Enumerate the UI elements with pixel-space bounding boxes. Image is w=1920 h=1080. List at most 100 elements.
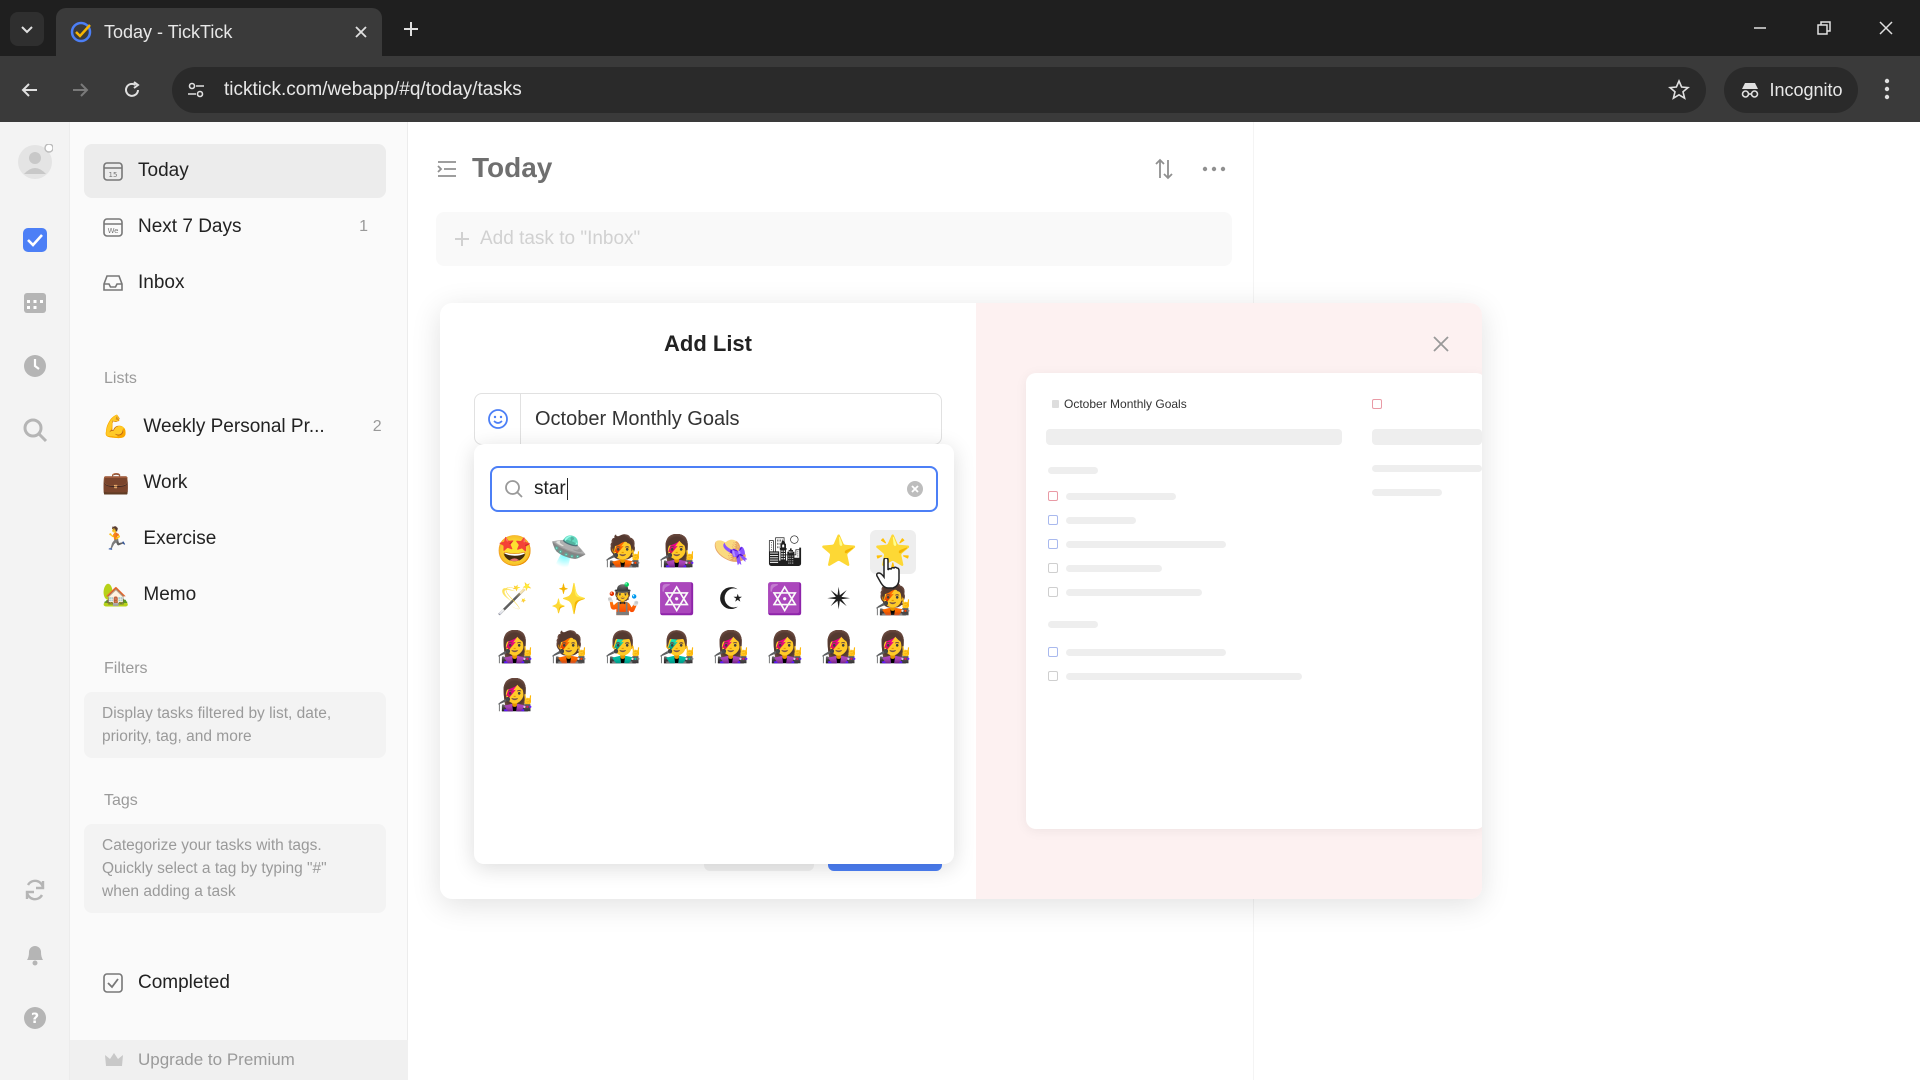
emoji-result-23[interactable]: 👩‍🎤: [816, 626, 862, 670]
sidebar-item-label: Inbox: [138, 272, 185, 293]
close-tab-icon[interactable]: [354, 25, 368, 39]
sidebar-item-inbox[interactable]: Inbox: [84, 256, 386, 310]
omnibox[interactable]: ticktick.com/webapp/#q/today/tasks: [172, 67, 1706, 113]
browser-menu-button[interactable]: [1872, 74, 1902, 104]
emoji-result-17[interactable]: 👩‍🎤: [492, 626, 538, 670]
site-settings-icon[interactable]: [186, 80, 206, 100]
upgrade-label: Upgrade to Premium: [138, 1050, 295, 1069]
minimize-icon: [1754, 27, 1766, 29]
back-button[interactable]: [12, 72, 48, 108]
emoji-search-input[interactable]: star: [490, 466, 938, 512]
emoji-result-20[interactable]: 👨‍🎤: [654, 626, 700, 670]
more-vertical-icon: [1884, 78, 1890, 100]
arrow-right-icon: [73, 83, 89, 97]
list-name-field[interactable]: October Monthly Goals: [474, 393, 942, 445]
close-dialog-button[interactable]: [1424, 327, 1458, 361]
upgrade-premium-button[interactable]: Upgrade to Premium: [70, 1040, 408, 1080]
sync-icon: [25, 879, 45, 901]
hand-cursor-icon: [876, 558, 900, 589]
sidebar-item-work[interactable]: 💼 Work: [84, 456, 386, 510]
preview-placeholder-line: [1066, 673, 1302, 680]
rail-help[interactable]: ?: [17, 1000, 53, 1036]
bell-icon: [27, 946, 43, 966]
emoji-result-11[interactable]: 🤹: [600, 578, 646, 622]
ticktick-logo-icon: [70, 21, 92, 43]
emoji-result-14[interactable]: 🔯: [762, 578, 808, 622]
plus-icon: [404, 22, 418, 36]
sidebar-item-next-7-days[interactable]: We Next 7 Days 1: [84, 200, 386, 254]
svg-text:?: ?: [31, 1011, 39, 1027]
filters-hint: Display tasks filtered by list, date, pr…: [84, 692, 386, 758]
emoji-result-12[interactable]: 🔯: [654, 578, 700, 622]
restore-button[interactable]: [1800, 10, 1848, 46]
emoji-picker-button[interactable]: [475, 394, 521, 444]
preview-placeholder-line: [1048, 467, 1098, 474]
emoji-result-3[interactable]: 🧑‍🎤: [600, 530, 646, 574]
emoji-result-22[interactable]: 👩‍🎤: [762, 626, 808, 670]
sidebar-item-exercise[interactable]: 🏃 Exercise: [84, 512, 386, 566]
emoji-picker: star 🤩 🛸 🧑‍🎤 👩‍🎤 👒 🏙 ⭐ 🌟 🪄 ✨ 🤹 🔯 ☪ 🔯 ✴ 🧑‍🎤 👩‍🎤 🧑‍🎤 👨‍🎤 👨‍🎤 👩…: [474, 444, 954, 864]
flexed-biceps-icon: 💪: [102, 414, 130, 440]
incognito-indicator[interactable]: Incognito: [1724, 67, 1858, 113]
emoji-result-24[interactable]: 👩‍🎤: [870, 626, 916, 670]
emoji-result-5[interactable]: 👒: [708, 530, 754, 574]
reload-button[interactable]: [114, 72, 150, 108]
emoji-result-25[interactable]: 👩‍🎤: [492, 674, 538, 718]
url-text[interactable]: ticktick.com/webapp/#q/today/tasks: [224, 79, 1668, 101]
rail-sync[interactable]: [17, 872, 53, 908]
rail-search[interactable]: [17, 412, 53, 448]
emoji-result-1[interactable]: 🤩: [492, 530, 538, 574]
sidebar-item-count: 1: [359, 218, 368, 235]
browser-tab-bar: Today - TickTick: [0, 0, 1920, 56]
rail-tasks[interactable]: [17, 222, 53, 258]
emoji-result-15[interactable]: ✴: [816, 578, 862, 622]
emoji-result-2[interactable]: 🛸: [546, 530, 592, 574]
house-icon: 🏡: [102, 582, 130, 608]
emoji-result-9[interactable]: 🪄: [492, 578, 538, 622]
smiley-icon: [487, 409, 508, 429]
chevron-down-icon: [21, 26, 33, 34]
sidebar-item-label: Exercise: [143, 528, 217, 549]
sidebar-item-completed[interactable]: Completed: [84, 956, 386, 1010]
emoji-result-21[interactable]: 👩‍🎤: [708, 626, 754, 670]
forward-button[interactable]: [62, 72, 98, 108]
avatar[interactable]: [17, 144, 53, 180]
incognito-icon: [1742, 83, 1759, 98]
rail-notifications[interactable]: [17, 936, 53, 972]
incognito-label: Incognito: [1769, 79, 1843, 100]
sidebar-item-label: Work: [143, 472, 188, 493]
sidebar-item-label: Weekly Personal Pr...: [143, 416, 325, 437]
calendar-icon: [24, 293, 46, 313]
running-person-icon: 🏃: [102, 526, 130, 552]
emoji-search-value: star: [534, 477, 896, 500]
tab-search-button[interactable]: [10, 12, 44, 46]
preview-placeholder-line: [1066, 589, 1202, 596]
emoji-result-6[interactable]: 🏙: [762, 530, 808, 574]
close-window-button[interactable]: [1862, 10, 1910, 46]
sidebar-item-weekly-personal[interactable]: 💪 Weekly Personal Pr... 2: [84, 400, 386, 454]
clear-search-icon[interactable]: [906, 480, 924, 498]
sidebar-item-today[interactable]: 15 Today: [84, 144, 386, 198]
emoji-result-13[interactable]: ☪: [708, 578, 754, 622]
user-avatar-icon: [18, 144, 53, 179]
emoji-result-18[interactable]: 🧑‍🎤: [546, 626, 592, 670]
emoji-result-7[interactable]: ⭐: [816, 530, 862, 574]
preview-title: October Monthly Goals: [1052, 397, 1187, 411]
sidebar-item-memo[interactable]: 🏡 Memo: [84, 568, 386, 622]
rail-calendar[interactable]: [17, 284, 53, 320]
bookmark-star-icon[interactable]: [1668, 79, 1690, 101]
emoji-result-19[interactable]: 👨‍🎤: [600, 626, 646, 670]
address-bar-row: ticktick.com/webapp/#q/today/tasks Incog…: [0, 56, 1920, 122]
preview-placeholder-line: [1066, 493, 1176, 500]
inbox-icon: [103, 275, 123, 291]
new-tab-button[interactable]: [396, 14, 426, 44]
svg-text:15: 15: [109, 171, 118, 179]
minimize-button[interactable]: [1736, 10, 1784, 46]
sidebar-item-label: Next 7 Days: [138, 216, 242, 237]
browser-tab[interactable]: Today - TickTick: [56, 8, 382, 56]
emoji-result-4[interactable]: 👩‍🎤: [654, 530, 700, 574]
emoji-result-10[interactable]: ✨: [546, 578, 592, 622]
close-icon: [1433, 336, 1449, 352]
rail-pomodoro[interactable]: [17, 348, 53, 384]
reload-icon: [125, 81, 140, 97]
